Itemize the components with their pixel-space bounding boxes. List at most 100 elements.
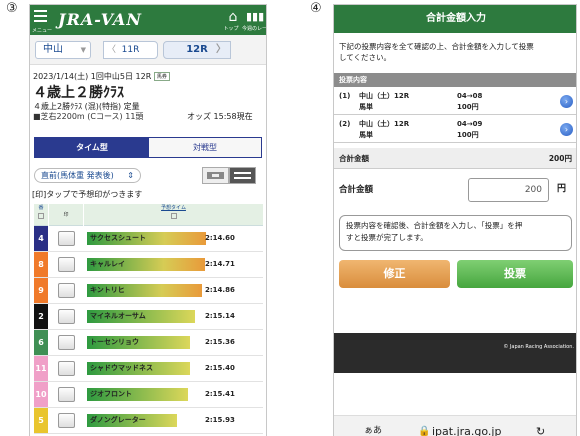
updown-icon: ⇕ [127, 171, 134, 180]
mark-button[interactable] [58, 361, 75, 376]
confirm-note: 投票内容を確認後、合計金額を入力し、「投票」を押 すと投票が完了します。 [339, 215, 572, 251]
bet-race: 中山（土）12R [359, 120, 410, 128]
step-marker-3: ③ [6, 1, 18, 16]
section-header: 投票内容 [334, 73, 576, 87]
list-view-button[interactable] [229, 167, 256, 184]
this-week-button[interactable]: ▮▮▮ 今週のレース [242, 9, 266, 32]
horse-name: シャドウマッドネス [90, 364, 153, 372]
arrow-right-icon[interactable]: › [560, 95, 573, 108]
grid-view-button[interactable] [202, 167, 229, 184]
grid-view-icon [207, 172, 224, 179]
table-row: 2 マイネルオーサム 2:15.14 [34, 304, 263, 330]
predicted-time: 2:14.71 [205, 260, 235, 268]
venue-select[interactable]: 中山 ▼ [35, 41, 91, 59]
menu-icon[interactable] [34, 10, 47, 22]
odds-time: オッズ 15:58現在 [187, 112, 253, 121]
col-header-num[interactable]: 番 [34, 204, 48, 226]
reload-icon[interactable]: ↻ [536, 426, 545, 436]
bet-item[interactable]: (2) 中山（土）12R 馬単 04→09 100円 › [334, 116, 576, 143]
step-marker-4: ④ [310, 1, 322, 16]
horse-number: 5 [34, 408, 48, 433]
bet-item[interactable]: (1) 中山（土）12R 馬単 04→08 100円 › [334, 88, 576, 115]
instructions-line-1: 下記の投票内容を全て確認の上、合計金額を入力して投票 [339, 42, 534, 51]
bet-amount: 100円 [457, 131, 479, 139]
mark-button[interactable] [58, 335, 75, 350]
grid-icon: ▮▮▮ [246, 10, 265, 23]
view-tabs: タイム型 対戦型 [34, 137, 262, 158]
predicted-time: 2:14.86 [205, 286, 235, 294]
bet-race: 中山（土）12R [359, 92, 410, 100]
col-header-time[interactable]: 予想タイム [84, 204, 263, 226]
chevron-right-icon: 〉 [216, 44, 226, 55]
horse-number: 6 [34, 330, 48, 355]
home-button[interactable]: ⌂ トップ [223, 9, 242, 32]
horse-name: ジオフロント [90, 390, 132, 398]
home-caption: トップ [223, 26, 239, 32]
race-course: ■芝右2200m (Cコース) 11頭 [33, 112, 144, 121]
mark-button[interactable] [58, 309, 75, 324]
list-view-icon [234, 172, 251, 179]
mark-button[interactable] [58, 387, 75, 402]
race-date: 2023/1/14(土) 1回中山5日 12R [33, 72, 152, 81]
app-header: メニュー JRA-VAN ⌂ トップ ▮▮▮ 今週のレース [30, 5, 266, 35]
this-week-caption: 今週のレース [242, 26, 267, 32]
note-line-1: 投票内容を確認後、合計金額を入力し、「投票」を押 [346, 221, 523, 230]
current-race-label: 12R [186, 44, 208, 55]
horse-name: ダノングレーター [90, 416, 146, 424]
subtotal-label: 合計金額 [339, 154, 369, 163]
right-phone-screen: 合計金額入力 下記の投票内容を全て確認の上、合計金額を入力して投票 してください… [333, 4, 577, 436]
col-num-label: 番 [38, 205, 44, 211]
table-row: 10 ジオフロント 2:15.41 [34, 382, 263, 408]
race-date-line: 2023/1/14(土) 1回中山5日 12R 馬券 [33, 71, 170, 82]
predicted-time: 2:14.60 [205, 234, 235, 242]
chevron-down-icon: ▼ [80, 46, 86, 54]
bet-index: (1) [339, 92, 351, 100]
horse-number: 10 [34, 382, 48, 407]
predicted-time: 2:15.36 [205, 338, 235, 346]
fix-button[interactable]: 修正 [339, 260, 450, 288]
horse-name: サクセスシュート [90, 234, 146, 242]
browser-address-bar[interactable]: ぁあ 🔒 ipat.jra.go.jp ↻ [334, 415, 576, 436]
keyboard-label: ぁあ [364, 426, 383, 436]
bet-amount: 100円 [457, 103, 479, 111]
instructions-line-2: してください。 [339, 53, 392, 62]
vote-button[interactable]: 投票 [457, 260, 573, 288]
subtotal-value: 200円 [548, 154, 572, 163]
tab-match-type[interactable]: 対戦型 [149, 138, 261, 157]
bet-combo: 04→09 [457, 120, 483, 128]
url-text: ipat.jra.go.jp [432, 425, 502, 436]
horse-number: 4 [34, 226, 48, 251]
house-icon: ⌂ [228, 9, 238, 25]
app-logo: JRA-VAN [58, 10, 142, 29]
table-row: 8 キャルレイ 2:14.71 [34, 252, 263, 278]
race-nav: 中山 ▼ 〈 11R 12R 〉 [30, 35, 266, 65]
col-time-label: 予想タイム [161, 205, 186, 211]
note-line-2: すと投票が完了します。 [346, 233, 428, 242]
prev-race-label: 11R [121, 45, 140, 55]
current-race-tab[interactable]: 12R 〉 [163, 41, 231, 59]
tab-time-type[interactable]: タイム型 [35, 138, 149, 157]
subtotal-row: 合計金額 200円 [334, 148, 576, 169]
horse-name: マイネルオーサム [90, 312, 146, 320]
total-amount-input[interactable]: 200 [468, 178, 549, 202]
prev-race-tab[interactable]: 〈 11R [103, 41, 158, 59]
mark-button[interactable] [58, 231, 75, 246]
sort-box-icon [170, 213, 177, 219]
bet-combo: 04→08 [457, 92, 483, 100]
table-row: 9 キントリヒ 2:14.86 [34, 278, 263, 304]
predicted-time: 2:15.14 [205, 312, 235, 320]
left-phone-screen: メニュー JRA-VAN ⌂ トップ ▮▮▮ 今週のレース 中山 ▼ 〈 11R… [29, 4, 267, 436]
horse-number: 8 [34, 252, 48, 277]
mark-button[interactable] [58, 413, 75, 428]
horse-number: 11 [34, 356, 48, 381]
mark-button[interactable] [58, 257, 75, 272]
bet-badge: 馬券 [153, 72, 170, 81]
bet-type: 馬単 [359, 131, 373, 139]
page-title: 合計金額入力 [334, 5, 576, 33]
predicted-time: 2:15.40 [205, 364, 235, 372]
sort-select[interactable]: 直前(馬体重 発表後) ⇕ [34, 168, 141, 183]
horse-name: トーセンリョウ [90, 338, 139, 346]
mark-button[interactable] [58, 283, 75, 298]
arrow-right-icon[interactable]: › [560, 123, 573, 136]
table-row: 5 ダノングレーター 2:15.93 [34, 408, 263, 434]
